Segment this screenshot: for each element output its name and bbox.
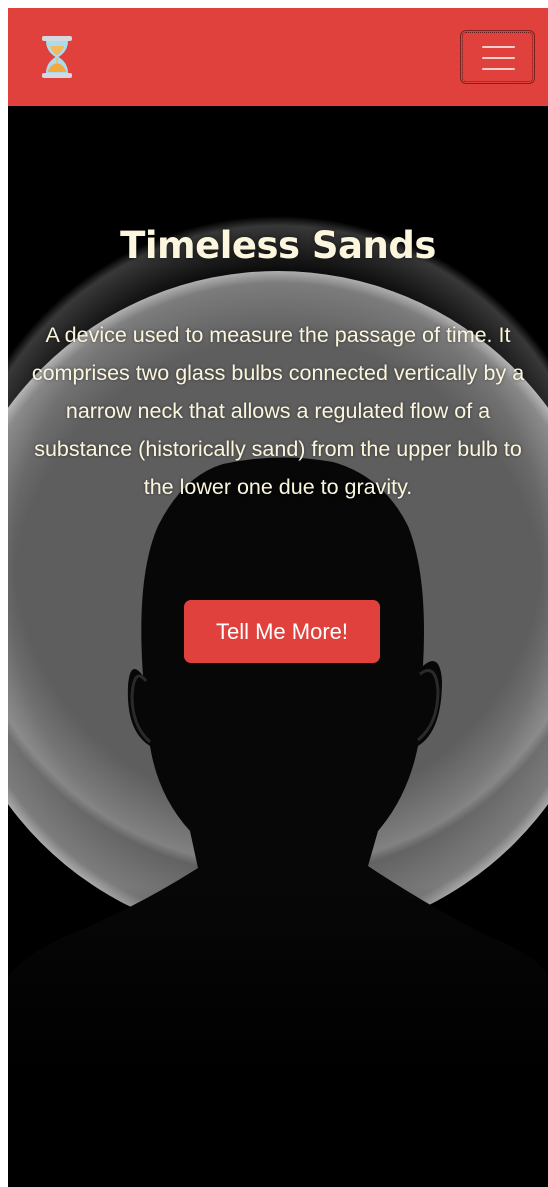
menu-toggle-button[interactable] (460, 30, 535, 84)
tell-me-more-button[interactable]: Tell Me More! (184, 600, 380, 663)
page-frame: Timeless Sands A device used to measure … (8, 8, 548, 1187)
hero-section: Timeless Sands A device used to measure … (8, 106, 548, 1187)
hamburger-menu-icon (482, 57, 515, 59)
hamburger-menu-icon (482, 46, 515, 48)
hero-title: Timeless Sands (120, 224, 436, 267)
hourglass-icon[interactable] (39, 35, 75, 79)
navbar (8, 8, 548, 106)
hero-description: A device used to measure the passage of … (31, 323, 525, 499)
hamburger-menu-icon (482, 68, 515, 70)
